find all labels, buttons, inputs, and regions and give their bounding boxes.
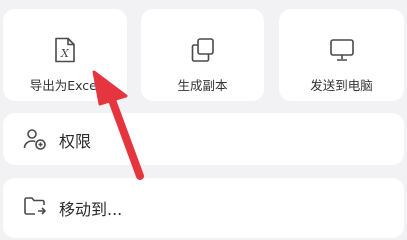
send-to-computer-button[interactable]: 发送到电脑 bbox=[279, 9, 404, 101]
copy-icon bbox=[190, 37, 216, 67]
permissions-row[interactable]: 权限 bbox=[3, 113, 404, 165]
export-excel-button[interactable]: X 导出为Excel bbox=[3, 9, 127, 101]
folder-move-icon bbox=[23, 194, 47, 222]
move-to-label: 移动到... bbox=[59, 200, 123, 219]
make-copy-label: 生成副本 bbox=[177, 78, 228, 93]
monitor-icon bbox=[329, 37, 355, 67]
svg-text:X: X bbox=[60, 47, 70, 60]
user-add-icon bbox=[23, 127, 47, 155]
make-copy-button[interactable]: 生成副本 bbox=[141, 9, 264, 101]
send-to-computer-label: 发送到电脑 bbox=[310, 78, 373, 93]
export-excel-label: 导出为Excel bbox=[29, 78, 101, 93]
excel-file-icon: X bbox=[54, 37, 76, 67]
permissions-label: 权限 bbox=[59, 132, 92, 151]
move-to-row[interactable]: 移动到... bbox=[3, 178, 404, 238]
